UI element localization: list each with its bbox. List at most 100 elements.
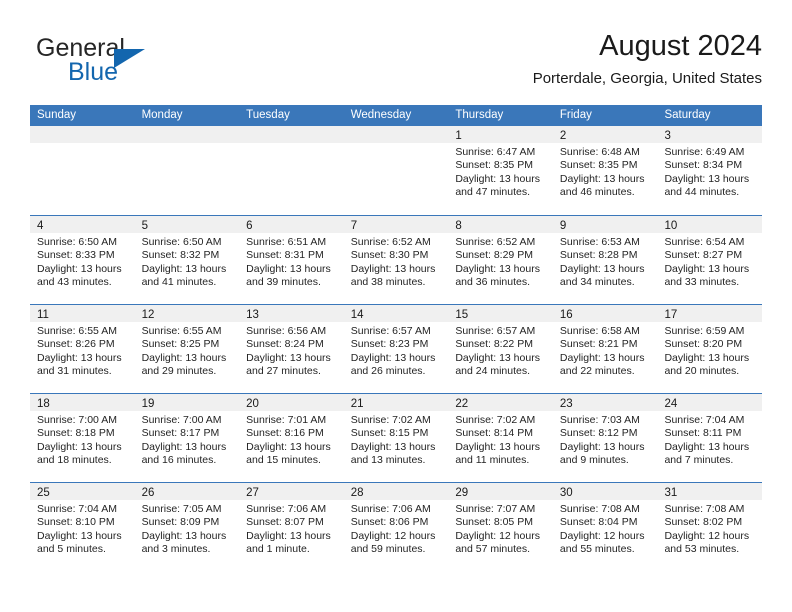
sunrise-text: Sunrise: 7:08 AM [559,503,640,515]
daylight-text-line2: and 16 minutes. [141,454,217,467]
day-info: Sunrise: 7:07 AM Sunset: 8:05 PM Dayligh… [448,500,553,557]
day-cell[interactable]: 4 Sunrise: 6:50 AM Sunset: 8:33 PM Dayli… [30,216,135,304]
day-number: 25 [37,487,50,499]
day-cell[interactable]: 30 Sunrise: 7:08 AM Sunset: 8:04 PM Dayl… [552,483,658,571]
day-cell[interactable]: 2 Sunrise: 6:48 AM Sunset: 8:35 PM Dayli… [552,126,658,215]
day-info: Sunrise: 6:50 AM Sunset: 8:32 PM Dayligh… [135,233,240,290]
day-number: 28 [350,487,364,499]
day-cell[interactable]: 11 Sunrise: 6:55 AM Sunset: 8:26 PM Dayl… [30,305,135,393]
day-cell[interactable]: 3 Sunrise: 6:49 AM Sunset: 8:34 PM Dayli… [657,126,763,215]
daylight-text-line1: Daylight: 12 hours [559,529,645,542]
sunset-text: Sunset: 8:16 PM [246,427,324,440]
day-cell[interactable]: 27 Sunrise: 7:06 AM Sunset: 8:07 PM Dayl… [239,483,344,571]
day-info: Sunrise: 7:00 AM Sunset: 8:17 PM Dayligh… [135,411,240,468]
daylight-text-line2: and 41 minutes. [141,276,217,289]
day-cell[interactable]: 10 Sunrise: 6:54 AM Sunset: 8:27 PM Dayl… [657,216,763,304]
title-block: August 2024 Porterdale, Georgia, United … [533,28,762,90]
daylight-text-line2: and 57 minutes. [455,543,531,556]
day-info: Sunrise: 7:05 AM Sunset: 8:09 PM Dayligh… [135,500,240,557]
daylight-text-line1: Daylight: 13 hours [37,351,122,364]
day-cell[interactable]: 17 Sunrise: 6:59 AM Sunset: 8:20 PM Dayl… [657,305,763,393]
weekday-header-monday: Monday [141,109,183,121]
daylight-text-line1: Daylight: 13 hours [664,262,750,275]
day-cell[interactable]: 16 Sunrise: 6:58 AM Sunset: 8:21 PM Dayl… [552,305,658,393]
sunset-text: Sunset: 8:27 PM [664,249,743,262]
day-cell[interactable]: 18 Sunrise: 7:00 AM Sunset: 8:18 PM Dayl… [30,394,135,482]
day-cell[interactable]: 12 Sunrise: 6:55 AM Sunset: 8:25 PM Dayl… [134,305,240,393]
day-cell[interactable]: 28 Sunrise: 7:06 AM Sunset: 8:06 PM Dayl… [343,483,449,571]
page-title: August 2024 [599,30,762,62]
day-number-band [30,126,135,143]
day-cell[interactable]: 6 Sunrise: 6:51 AM Sunset: 8:31 PM Dayli… [239,216,344,304]
sunset-text: Sunset: 8:05 PM [455,516,533,529]
day-number: 27 [246,487,259,499]
day-cell[interactable]: 20 Sunrise: 7:01 AM Sunset: 8:16 PM Dayl… [239,394,344,482]
day-cell[interactable]: 14 Sunrise: 6:57 AM Sunset: 8:23 PM Dayl… [343,305,449,393]
day-number-band [239,126,344,143]
daylight-text-line2: and 1 minute. [246,543,310,556]
day-info: Sunrise: 7:03 AM Sunset: 8:12 PM Dayligh… [553,411,658,468]
daylight-text-line2: and 5 minutes. [37,543,106,556]
day-cell[interactable]: 13 Sunrise: 6:56 AM Sunset: 8:24 PM Dayl… [239,305,344,393]
day-number-band: 3 [657,126,763,143]
daylight-text-line1: Daylight: 13 hours [455,351,540,364]
day-number: 8 [455,220,462,232]
day-number-band: 9 [552,216,658,233]
day-cell [30,126,135,215]
day-cell[interactable]: 22 Sunrise: 7:02 AM Sunset: 8:14 PM Dayl… [448,394,553,482]
day-number-band: 2 [552,126,658,143]
day-info [135,143,240,146]
sunrise-text: Sunrise: 7:06 AM [246,503,327,515]
sunset-text: Sunset: 8:32 PM [141,249,220,262]
day-info: Sunrise: 6:51 AM Sunset: 8:31 PM Dayligh… [239,233,344,290]
day-info: Sunrise: 6:55 AM Sunset: 8:25 PM Dayligh… [135,322,240,379]
brand-logo[interactable]: General Blue [36,34,256,94]
sunset-text: Sunset: 8:34 PM [664,159,743,172]
day-number-band [343,126,449,143]
day-cell[interactable]: 8 Sunrise: 6:52 AM Sunset: 8:29 PM Dayli… [448,216,553,304]
day-cell[interactable]: 29 Sunrise: 7:07 AM Sunset: 8:05 PM Dayl… [448,483,553,571]
day-cell[interactable]: 25 Sunrise: 7:04 AM Sunset: 8:10 PM Dayl… [30,483,135,571]
day-cell[interactable]: 23 Sunrise: 7:03 AM Sunset: 8:12 PM Dayl… [552,394,658,482]
daylight-text-line2: and 29 minutes. [141,365,217,378]
daylight-text-line1: Daylight: 13 hours [350,351,436,364]
day-number: 4 [37,220,44,232]
day-cell[interactable]: 31 Sunrise: 7:08 AM Sunset: 8:02 PM Dayl… [657,483,763,571]
day-info [30,143,135,146]
day-number-band: 16 [552,305,658,322]
daylight-text-line2: and 43 minutes. [37,276,112,289]
sunset-text: Sunset: 8:30 PM [350,249,429,262]
day-cell[interactable]: 19 Sunrise: 7:00 AM Sunset: 8:17 PM Dayl… [134,394,240,482]
daylight-text-line2: and 44 minutes. [664,186,740,199]
day-number: 19 [141,398,155,410]
day-cell[interactable]: 15 Sunrise: 6:57 AM Sunset: 8:22 PM Dayl… [448,305,553,393]
sunrise-text: Sunrise: 6:49 AM [664,146,745,158]
day-cell[interactable]: 5 Sunrise: 6:50 AM Sunset: 8:32 PM Dayli… [134,216,240,304]
calendar-week-row: 1 Sunrise: 6:47 AM Sunset: 8:35 PM Dayli… [30,126,763,215]
day-info: Sunrise: 6:57 AM Sunset: 8:23 PM Dayligh… [344,322,449,379]
day-cell[interactable]: 1 Sunrise: 6:47 AM Sunset: 8:35 PM Dayli… [448,126,553,215]
day-cell[interactable]: 24 Sunrise: 7:04 AM Sunset: 8:11 PM Dayl… [657,394,763,482]
day-info: Sunrise: 7:08 AM Sunset: 8:02 PM Dayligh… [657,500,762,557]
sunrise-text: Sunrise: 6:50 AM [141,236,222,248]
daylight-text-line1: Daylight: 13 hours [37,529,122,542]
day-cell[interactable]: 26 Sunrise: 7:05 AM Sunset: 8:09 PM Dayl… [134,483,240,571]
sunrise-text: Sunrise: 6:50 AM [37,236,117,248]
weekday-header-tuesday: Tuesday [246,109,290,121]
day-number: 3 [664,130,671,142]
sunrise-text: Sunrise: 6:53 AM [559,236,640,248]
day-number: 11 [37,309,49,321]
sunrise-text: Sunrise: 6:47 AM [455,146,536,158]
day-info: Sunrise: 7:02 AM Sunset: 8:14 PM Dayligh… [448,411,553,468]
day-cell[interactable]: 9 Sunrise: 6:53 AM Sunset: 8:28 PM Dayli… [552,216,658,304]
daylight-text-line2: and 20 minutes. [664,365,740,378]
sunset-text: Sunset: 8:24 PM [246,338,324,351]
sunrise-text: Sunrise: 7:00 AM [37,414,117,426]
day-cell[interactable]: 7 Sunrise: 6:52 AM Sunset: 8:30 PM Dayli… [343,216,449,304]
day-number: 18 [37,398,50,410]
sunset-text: Sunset: 8:22 PM [455,338,533,351]
daylight-text-line1: Daylight: 13 hours [246,262,331,275]
day-cell[interactable]: 21 Sunrise: 7:02 AM Sunset: 8:15 PM Dayl… [343,394,449,482]
daylight-text-line1: Daylight: 13 hours [455,262,540,275]
calendar-week-row: 11 Sunrise: 6:55 AM Sunset: 8:26 PM Dayl… [30,304,763,393]
